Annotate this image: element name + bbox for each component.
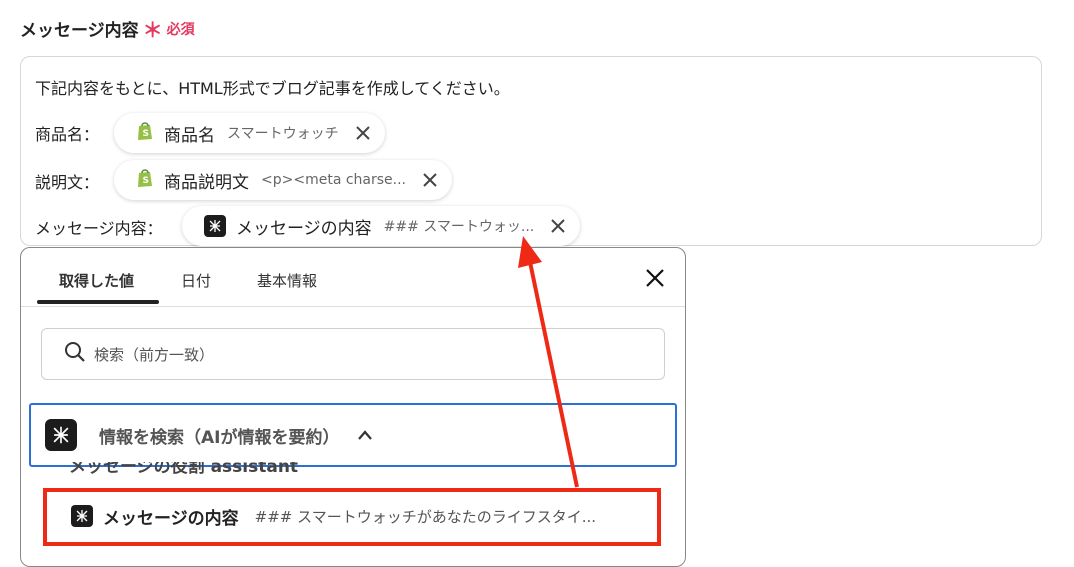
list-item-partial[interactable]: メッセージの役割 assistant bbox=[69, 462, 389, 478]
close-icon[interactable] bbox=[548, 216, 568, 236]
partial-item-label: メッセージの役割 assistant bbox=[69, 462, 299, 477]
close-icon[interactable] bbox=[420, 170, 440, 190]
chip-label: 商品説明文 bbox=[164, 172, 249, 193]
chip-value: ### スマートウォッ... bbox=[383, 219, 535, 235]
search-input[interactable]: 検索（前方一致） bbox=[41, 328, 665, 380]
ai-app-icon bbox=[71, 505, 93, 527]
close-icon[interactable] bbox=[353, 123, 373, 143]
search-placeholder: 検索（前方一致） bbox=[94, 345, 215, 364]
active-tab-indicator bbox=[37, 300, 159, 304]
field-label: メッセージ内容 ＊ 必須 bbox=[20, 14, 195, 43]
row-label-message: メッセージ内容： bbox=[35, 219, 163, 238]
tab-fetched-values[interactable]: 取得した値 bbox=[59, 270, 134, 291]
row-label-product-name: 商品名： bbox=[35, 125, 100, 144]
chip-label: メッセージの内容 bbox=[236, 218, 372, 239]
chevron-up-icon bbox=[357, 426, 373, 445]
chip-value: <p><meta charse... bbox=[261, 172, 407, 188]
chip-product-description[interactable]: S 商品説明文 <p><meta charse... bbox=[114, 160, 453, 200]
chip-label: 商品名 bbox=[164, 125, 215, 146]
field-label-text: メッセージ内容 bbox=[20, 21, 139, 41]
chip-value: スマートウォッチ bbox=[227, 126, 339, 142]
required-badge: 必須 bbox=[166, 21, 195, 38]
svg-text:S: S bbox=[143, 129, 149, 139]
row-label-description: 説明文： bbox=[35, 173, 100, 192]
shopify-icon: S bbox=[136, 121, 154, 145]
ai-app-icon bbox=[45, 419, 77, 451]
item-label: メッセージの内容 bbox=[103, 508, 239, 529]
shopify-icon: S bbox=[136, 168, 154, 192]
close-icon[interactable] bbox=[643, 266, 667, 290]
ai-app-icon bbox=[204, 215, 226, 237]
tab-date[interactable]: 日付 bbox=[181, 270, 211, 291]
section-header-search-info[interactable]: 情報を検索（AIが情報を要約） bbox=[29, 403, 677, 467]
item-value: ### スマートウォッチがあなたのライフスタイ... bbox=[254, 507, 597, 526]
required-asterisk: ＊ bbox=[142, 18, 163, 42]
search-icon bbox=[64, 341, 86, 367]
section-title: 情報を検索（AIが情報を要約） bbox=[99, 427, 340, 448]
svg-text:S: S bbox=[143, 176, 149, 186]
value-picker-panel: 取得した値 日付 基本情報 検索（前方一致） 情報を検索（AIが情報を要約） メ… bbox=[20, 247, 686, 567]
chip-message-content[interactable]: メッセージの内容 ### スマートウォッ... bbox=[182, 206, 581, 246]
message-editor[interactable]: 下記内容をもとに、HTML形式でブログ記事を作成してください。 商品名： S 商… bbox=[20, 56, 1042, 246]
chip-product-name[interactable]: S 商品名 スマートウォッチ bbox=[114, 113, 385, 153]
tab-basic-info[interactable]: 基本情報 bbox=[257, 270, 317, 291]
list-item-message-content[interactable]: メッセージの内容 ### スマートウォッチがあなたのライフスタイ... bbox=[45, 488, 661, 544]
editor-text-line[interactable]: 下記内容をもとに、HTML形式でブログ記事を作成してください。 bbox=[35, 75, 510, 99]
tab-bar: 取得した値 日付 基本情報 bbox=[21, 248, 685, 307]
